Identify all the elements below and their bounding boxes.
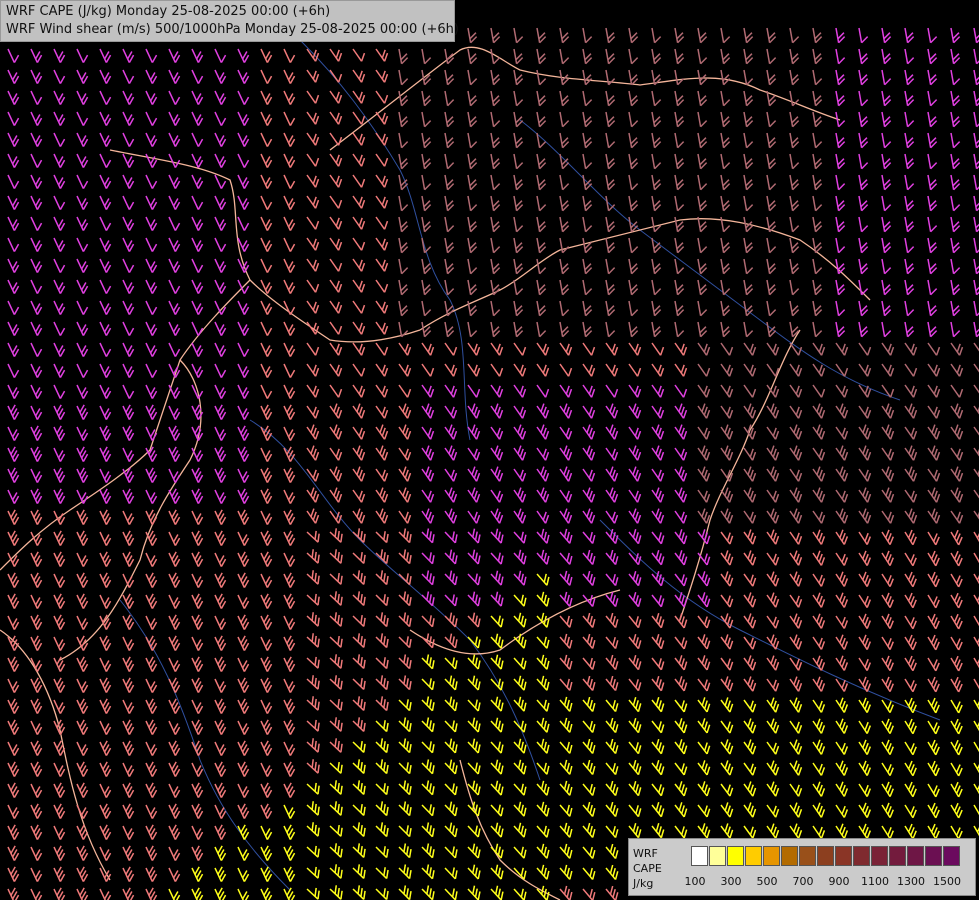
legend-swatch (889, 846, 906, 866)
legend-swatch (907, 846, 924, 866)
legend-color-scale (691, 846, 961, 866)
legend-tick: 100 (684, 875, 706, 888)
legend-swatch (817, 846, 834, 866)
legend-labels: WRF CAPE J/kg (633, 846, 662, 891)
legend-swatch (745, 846, 762, 866)
legend-swatch (835, 846, 852, 866)
legend-tick: 700 (792, 875, 814, 888)
legend-swatch (925, 846, 942, 866)
map-title-box: WRF CAPE (J/kg) Monday 25-08-2025 00:00 … (0, 0, 459, 42)
legend-swatch (943, 846, 960, 866)
legend-model-label: WRF (633, 847, 658, 860)
legend-swatch (727, 846, 744, 866)
legend-swatch (709, 846, 726, 866)
legend-tick: 1500 (933, 875, 961, 888)
legend-tick: 1300 (897, 875, 925, 888)
legend-field-label: CAPE (633, 862, 662, 875)
legend-swatch (853, 846, 870, 866)
legend-tick: 900 (828, 875, 850, 888)
legend-unit-label: J/kg (633, 877, 654, 890)
legend-swatch (781, 846, 798, 866)
legend-swatch (691, 846, 708, 866)
legend-swatch (763, 846, 780, 866)
cape-legend: WRF CAPE J/kg 100 300 500 700 900 1100 1300 150… (628, 838, 976, 896)
legend-swatch (799, 846, 816, 866)
wind-shear-map (0, 0, 979, 900)
legend-tick: 500 (756, 875, 778, 888)
legend-tick-labels: 100 300 500 700 900 1100 1300 1500 (679, 875, 979, 891)
legend-tick: 1100 (861, 875, 889, 888)
cape-title: WRF CAPE (J/kg) Monday 25-08-2025 00:00 … (6, 4, 331, 19)
legend-swatch (871, 846, 888, 866)
wind-shear-title: WRF Wind shear (m/s) 500/1000hPa Monday … (6, 22, 459, 37)
legend-tick: 300 (720, 875, 742, 888)
